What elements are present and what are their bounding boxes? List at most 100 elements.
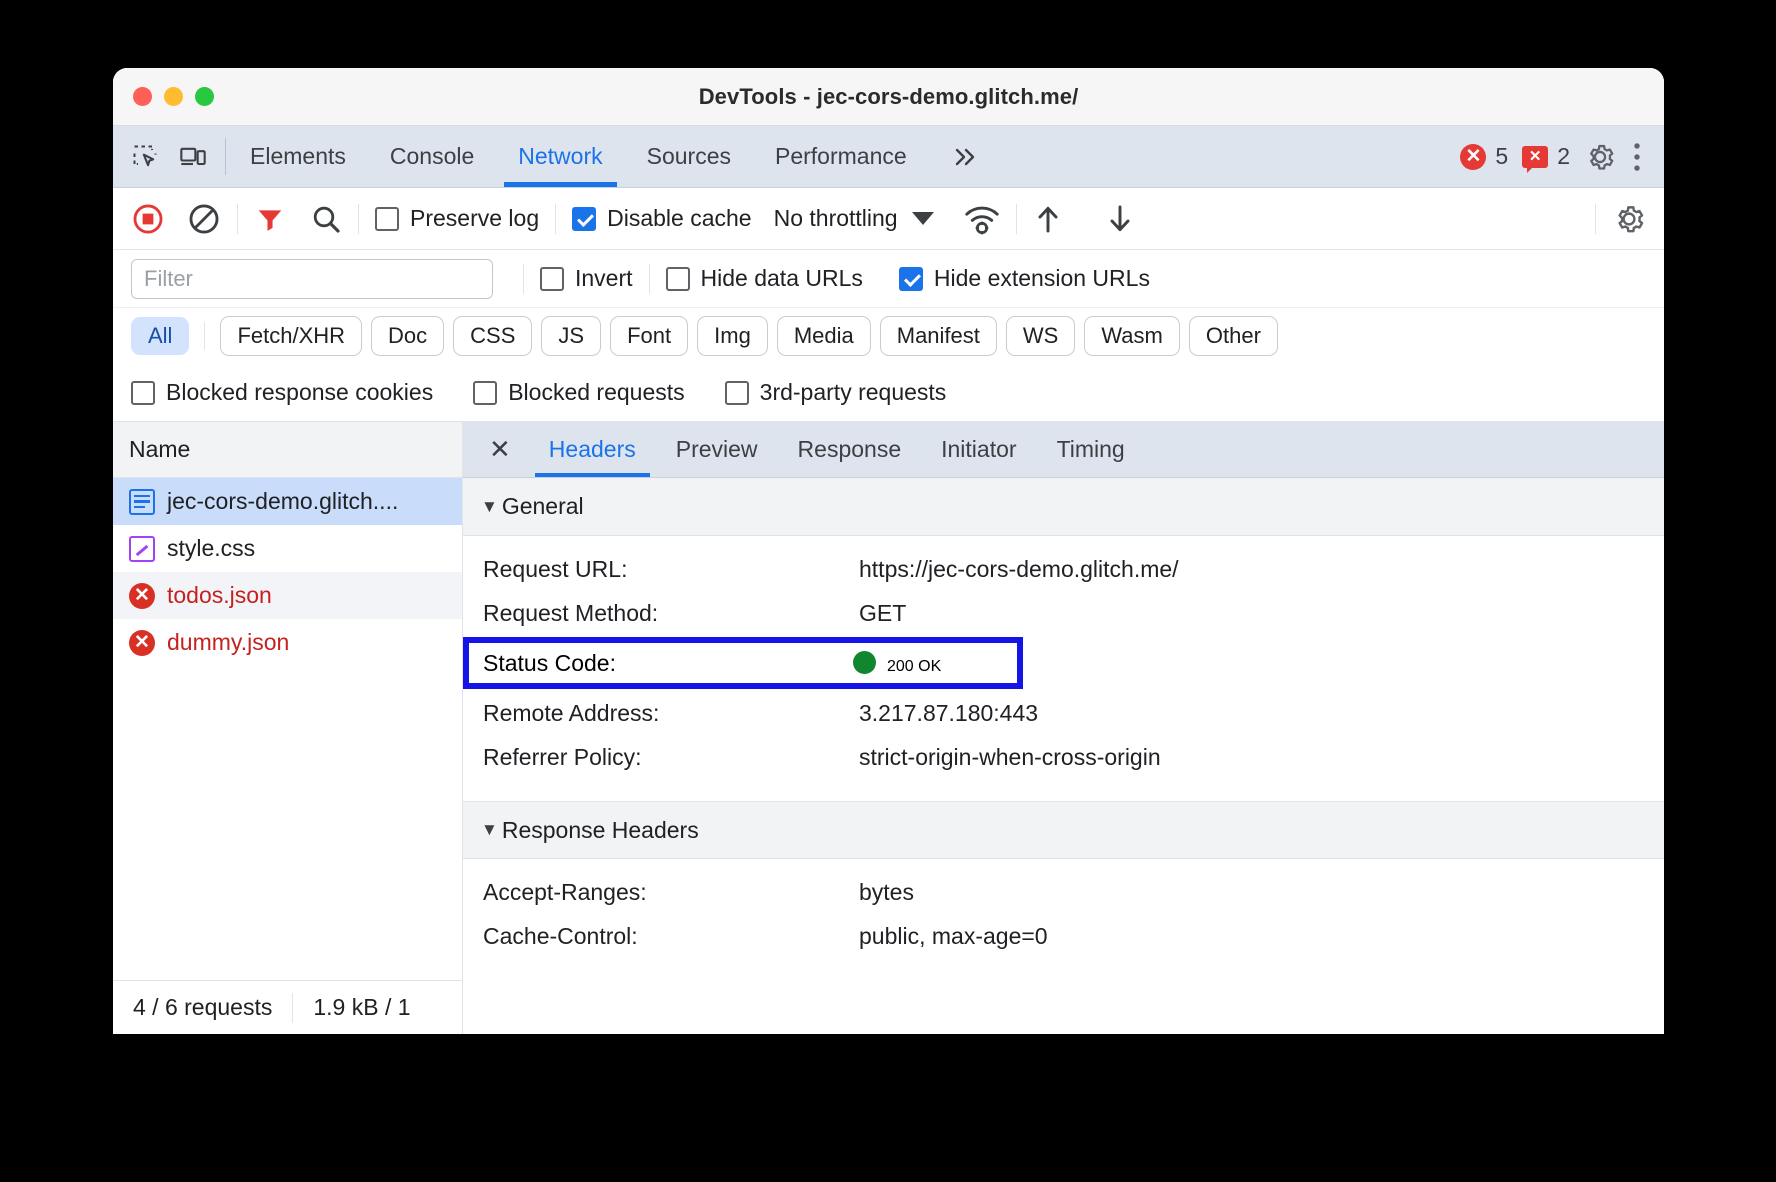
close-icon[interactable]: ✕	[463, 422, 529, 477]
chevron-down-icon	[912, 212, 934, 225]
row-value: public, max-age=0	[859, 923, 1048, 950]
tab-preview[interactable]: Preview	[656, 422, 778, 477]
tabbar-right-icons: ✕ 5 ✕ 2	[1460, 126, 1664, 187]
upload-har-icon[interactable]	[1033, 203, 1063, 235]
filter-input[interactable]	[131, 259, 493, 299]
blocked-requests-label: Blocked requests	[508, 379, 684, 406]
window-title: DevTools - jec-cors-demo.glitch.me/	[113, 84, 1664, 110]
column-header-name[interactable]: Name	[113, 422, 462, 478]
download-har-icon[interactable]	[1105, 203, 1135, 235]
error-count-badge[interactable]: ✕ 5	[1460, 143, 1508, 170]
chip-ws[interactable]: WS	[1006, 316, 1075, 356]
chip-fetch-xhr[interactable]: Fetch/XHR	[220, 316, 362, 356]
tab-label: Network	[518, 143, 602, 170]
error-icon: ✕	[1460, 144, 1486, 170]
tab-label: Console	[390, 143, 474, 170]
error-icon: ✕	[129, 630, 155, 656]
checkbox-box	[899, 267, 923, 291]
response-header-accept-ranges: Accept-Ranges: bytes	[463, 870, 1664, 914]
warning-count-badge[interactable]: ✕ 2	[1522, 143, 1570, 170]
chip-all[interactable]: All	[131, 317, 189, 355]
more-tabs-button[interactable]	[929, 126, 1003, 187]
chip-wasm[interactable]: Wasm	[1084, 316, 1180, 356]
status-code-highlight: Status Code: 200 OK	[463, 637, 1023, 689]
stylesheet-icon	[129, 536, 155, 562]
gear-icon[interactable]	[1584, 141, 1616, 173]
chip-media[interactable]: Media	[777, 316, 871, 356]
chip-other[interactable]: Other	[1189, 316, 1278, 356]
filter-divider	[523, 264, 524, 294]
hide-extension-urls-checkbox[interactable]: Hide extension URLs	[899, 265, 1150, 292]
blocked-response-cookies-checkbox[interactable]: Blocked response cookies	[131, 379, 433, 406]
preserve-log-checkbox[interactable]: Preserve log	[375, 205, 539, 232]
general-rows: Request URL: https://jec-cors-demo.glitc…	[463, 536, 1664, 779]
tab-console[interactable]: Console	[368, 126, 496, 187]
row-value: 3.217.87.180:443	[859, 700, 1038, 727]
row-key: Referrer Policy:	[483, 744, 859, 771]
error-icon: ✕	[129, 583, 155, 609]
general-section-header[interactable]: ▼ General	[463, 478, 1664, 536]
tab-label: Response	[798, 436, 902, 463]
table-row[interactable]: style.css	[113, 525, 462, 572]
general-section-title: General	[502, 493, 584, 520]
row-key: Cache-Control:	[483, 923, 859, 950]
row-key: Accept-Ranges:	[483, 879, 859, 906]
status-badge: 200 OK	[853, 651, 941, 676]
tab-initiator[interactable]: Initiator	[921, 422, 1036, 477]
tab-timing[interactable]: Timing	[1037, 422, 1145, 477]
disable-cache-label: Disable cache	[607, 205, 751, 232]
disable-cache-checkbox[interactable]: Disable cache	[572, 205, 751, 232]
tab-response[interactable]: Response	[778, 422, 922, 477]
tab-elements[interactable]: Elements	[228, 126, 368, 187]
table-row[interactable]: ✕ dummy.json	[113, 619, 462, 666]
hide-data-urls-checkbox[interactable]: Hide data URLs	[666, 265, 863, 292]
wifi-settings-icon[interactable]	[964, 203, 1000, 235]
kebab-menu-icon[interactable]	[1630, 141, 1644, 173]
search-icon[interactable]	[310, 203, 342, 235]
chip-label: Other	[1206, 323, 1261, 348]
resource-type-filters: All Fetch/XHR Doc CSS JS Font Img Media …	[113, 308, 1664, 364]
general-row-remote-address: Remote Address: 3.217.87.180:443	[463, 691, 1664, 735]
inspect-element-icon[interactable]	[131, 143, 159, 171]
chip-css[interactable]: CSS	[453, 316, 532, 356]
tab-performance[interactable]: Performance	[753, 126, 929, 187]
chip-manifest[interactable]: Manifest	[880, 316, 997, 356]
chip-js[interactable]: JS	[541, 316, 601, 356]
device-toolbar-icon[interactable]	[179, 143, 207, 171]
response-headers-section-header[interactable]: ▼ Response Headers	[463, 801, 1664, 859]
row-key: Request Method:	[483, 600, 859, 627]
clear-icon[interactable]	[187, 202, 221, 236]
toolbar-divider-2	[358, 204, 359, 234]
close-label: ✕	[489, 434, 511, 465]
row-value[interactable]: https://jec-cors-demo.glitch.me/	[859, 556, 1179, 583]
checkbox-box	[473, 381, 497, 405]
tab-sources[interactable]: Sources	[625, 126, 753, 187]
gear-icon[interactable]	[1612, 202, 1646, 236]
request-rows: jec-cors-demo.glitch.... style.css ✕ tod…	[113, 478, 462, 980]
preserve-log-label: Preserve log	[410, 205, 539, 232]
toolbar-divider	[237, 204, 238, 234]
blocked-requests-checkbox[interactable]: Blocked requests	[473, 379, 684, 406]
tab-headers[interactable]: Headers	[529, 422, 656, 477]
throttling-dropdown[interactable]: No throttling	[774, 205, 934, 232]
toolbar-divider-3	[555, 204, 556, 234]
third-party-requests-checkbox[interactable]: 3rd-party requests	[725, 379, 947, 406]
table-row[interactable]: ✕ todos.json	[113, 572, 462, 619]
tabbar-divider	[225, 138, 226, 175]
chip-label: Font	[627, 323, 671, 348]
chip-label: Doc	[388, 323, 427, 348]
throttling-value: No throttling	[774, 205, 898, 232]
table-row[interactable]: jec-cors-demo.glitch....	[113, 478, 462, 525]
status-code-value: 200 OK	[887, 658, 941, 675]
record-stop-icon[interactable]	[131, 202, 165, 236]
tab-network[interactable]: Network	[496, 126, 624, 187]
chip-doc[interactable]: Doc	[371, 316, 444, 356]
tab-label: Initiator	[941, 436, 1016, 463]
hide-data-urls-label: Hide data URLs	[701, 265, 863, 292]
checkbox-box	[540, 267, 564, 291]
filter-icon[interactable]	[254, 203, 286, 235]
chip-font[interactable]: Font	[610, 316, 688, 356]
tab-label: Elements	[250, 143, 346, 170]
chip-img[interactable]: Img	[697, 316, 768, 356]
invert-checkbox[interactable]: Invert	[540, 265, 633, 292]
